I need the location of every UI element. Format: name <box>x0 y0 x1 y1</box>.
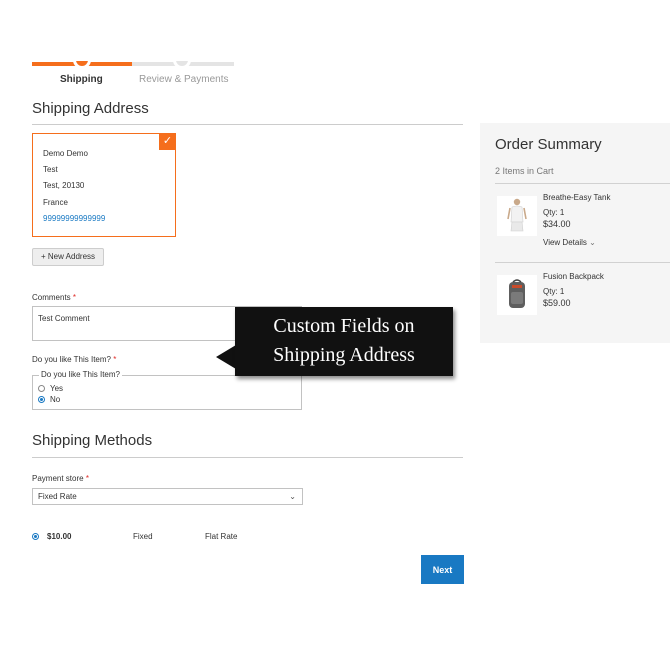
cart-item: Breathe-Easy Tank Qty: 1 $34.00 View Det… <box>495 186 670 262</box>
item-price: $34.00 <box>543 219 571 229</box>
callout-arrow <box>216 345 236 369</box>
payment-store-label-text: Payment store <box>32 474 84 483</box>
option-yes-label: Yes <box>50 384 64 393</box>
radio-no-selected[interactable] <box>38 396 45 403</box>
chevron-down-icon: ⌄ <box>289 492 296 501</box>
like-item-legend: Do you like This Item? <box>39 370 122 379</box>
required-marker: * <box>113 355 117 364</box>
method-title: Fixed <box>133 532 153 541</box>
chevron-down-icon: ⌄ <box>589 238 596 247</box>
carrier-title: Flat Rate <box>205 532 238 541</box>
method-price: $10.00 <box>47 532 72 541</box>
address-phone-link[interactable]: 99999999999999 <box>43 211 175 227</box>
payment-store-label: Payment store * <box>32 474 89 483</box>
order-summary: Order Summary 2 Items in Cart Breathe-Ea… <box>480 123 670 343</box>
callout-line-2: Shipping Address <box>273 344 415 366</box>
required-marker: * <box>85 474 89 483</box>
divider <box>495 183 670 184</box>
comments-label-text: Comments <box>32 293 71 302</box>
address-city-zip: Test, 20130 <box>43 181 85 191</box>
shipping-address-card[interactable]: Demo Demo Test Test, 20130 France 999999… <box>32 133 176 237</box>
radio-yes[interactable] <box>38 385 45 392</box>
comments-label: Comments * <box>32 293 76 302</box>
checkout-progress-bar: Shipping Review & Payments <box>32 50 234 90</box>
option-no-label: No <box>50 395 61 404</box>
item-qty: Qty: 1 <box>543 287 565 296</box>
shipping-methods-title: Shipping Methods <box>32 432 153 449</box>
option-no[interactable]: No <box>38 395 60 404</box>
divider <box>32 457 463 458</box>
address-name: Demo Demo <box>43 149 88 158</box>
like-item-label-text: Do you like This Item? <box>32 355 111 364</box>
item-name: Fusion Backpack <box>543 272 604 281</box>
payment-store-select[interactable]: Fixed Rate ⌄ <box>32 488 303 505</box>
custom-fields-callout: Custom Fields on Shipping Address <box>235 307 453 376</box>
view-details-label: View Details <box>543 238 587 247</box>
step-label-shipping: Shipping <box>60 74 103 85</box>
shipping-address-title: Shipping Address <box>32 100 149 117</box>
view-details-toggle[interactable]: View Details ⌄ <box>543 238 596 247</box>
payment-store-value: Fixed Rate <box>38 492 77 501</box>
divider <box>32 124 463 125</box>
progress-dot-shipping <box>73 61 91 69</box>
required-marker: * <box>72 293 77 302</box>
callout-line-1: Custom Fields on <box>273 315 415 337</box>
next-button[interactable]: Next <box>421 555 464 584</box>
step-label-review-payments[interactable]: Review & Payments <box>139 74 228 85</box>
item-price: $59.00 <box>543 298 571 308</box>
progress-dot-review <box>173 61 191 69</box>
selected-check-icon: ✓ <box>159 133 176 150</box>
like-item-fieldset: Do you like This Item? Yes No <box>32 370 302 410</box>
backpack-image <box>497 275 537 315</box>
divider <box>495 262 670 263</box>
cart-item: Fusion Backpack Qty: 1 $59.00 <box>495 265 670 335</box>
tank-top-image <box>497 196 537 236</box>
option-yes[interactable]: Yes <box>38 384 63 393</box>
address-street: Test <box>43 165 58 175</box>
order-summary-title: Order Summary <box>495 136 602 153</box>
item-name: Breathe-Easy Tank <box>543 193 611 202</box>
items-in-cart[interactable]: 2 Items in Cart <box>495 166 554 176</box>
address-country: France <box>43 197 68 207</box>
like-item-label: Do you like This Item? * <box>32 355 116 364</box>
shipping-method-row[interactable]: $10.00 Fixed Flat Rate <box>32 531 292 543</box>
item-qty: Qty: 1 <box>543 208 565 217</box>
shipping-method-radio[interactable] <box>32 533 39 540</box>
new-address-button[interactable]: + New Address <box>32 248 104 266</box>
